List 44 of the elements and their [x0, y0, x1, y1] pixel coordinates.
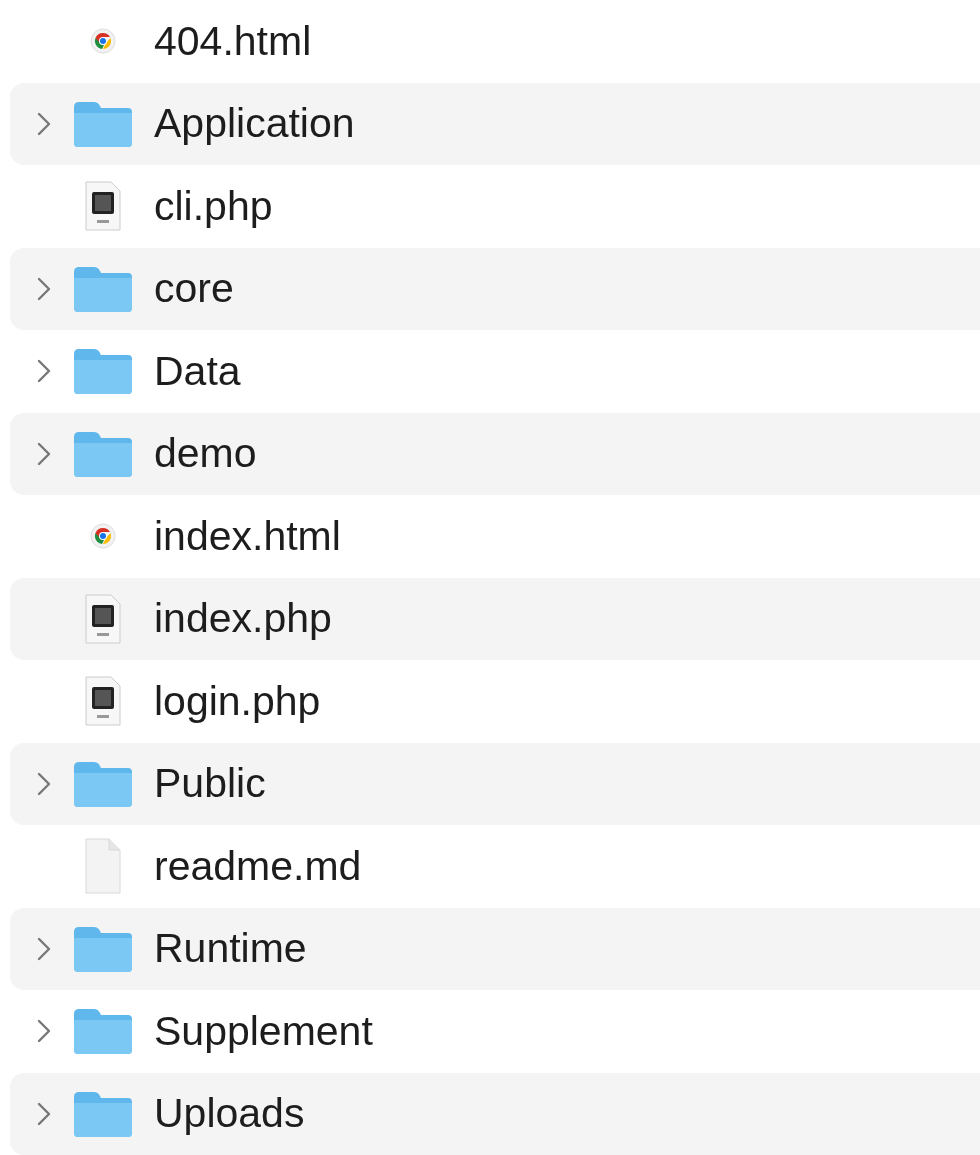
file-row[interactable]: Application — [10, 82, 980, 165]
file-row[interactable]: 404.html — [10, 0, 980, 83]
file-name: Supplement — [154, 1006, 373, 1056]
file-row[interactable]: Runtime — [10, 907, 980, 990]
file-row[interactable]: core — [10, 247, 980, 330]
file-name: Application — [154, 99, 355, 149]
file-name: core — [154, 264, 234, 314]
disclosure-chevron-icon[interactable] — [37, 441, 51, 466]
disclosure-chevron-icon[interactable] — [37, 359, 51, 384]
php-document-icon — [83, 675, 123, 728]
file-name: cli.php — [154, 181, 273, 231]
file-name: Data — [154, 346, 241, 396]
file-name: login.php — [154, 676, 321, 726]
file-name: index.php — [154, 594, 332, 644]
browser-icon — [90, 28, 116, 55]
file-row[interactable]: index.php — [10, 577, 980, 660]
file-name: index.html — [154, 511, 341, 561]
disclosure-chevron-icon[interactable] — [37, 1019, 51, 1044]
file-name: Public — [154, 759, 266, 809]
disclosure-chevron-icon[interactable] — [37, 276, 51, 301]
file-name: Runtime — [154, 924, 307, 974]
disclosure-chevron-icon[interactable] — [37, 1101, 51, 1126]
disclosure-chevron-icon[interactable] — [37, 111, 51, 136]
browser-icon — [90, 523, 116, 550]
file-row[interactable]: cli.php — [10, 165, 980, 248]
file-row[interactable]: readme.md — [10, 825, 980, 908]
folder-icon — [72, 1006, 134, 1057]
file-row[interactable]: Data — [10, 330, 980, 413]
document-icon — [83, 837, 123, 896]
php-document-icon — [83, 592, 123, 645]
file-name: readme.md — [154, 841, 362, 891]
file-row[interactable]: login.php — [10, 660, 980, 743]
file-name: 404.html — [154, 16, 312, 66]
file-row[interactable]: index.html — [10, 495, 980, 578]
folder-icon — [72, 346, 134, 397]
file-row[interactable]: Uploads — [10, 1072, 980, 1155]
disclosure-chevron-icon[interactable] — [37, 936, 51, 961]
file-name: Uploads — [154, 1089, 305, 1139]
file-name: demo — [154, 429, 257, 479]
php-document-icon — [83, 180, 123, 233]
file-row[interactable]: demo — [10, 412, 980, 495]
disclosure-chevron-icon[interactable] — [37, 771, 51, 796]
file-row[interactable]: Supplement — [10, 990, 980, 1073]
file-row[interactable]: Public — [10, 742, 980, 825]
